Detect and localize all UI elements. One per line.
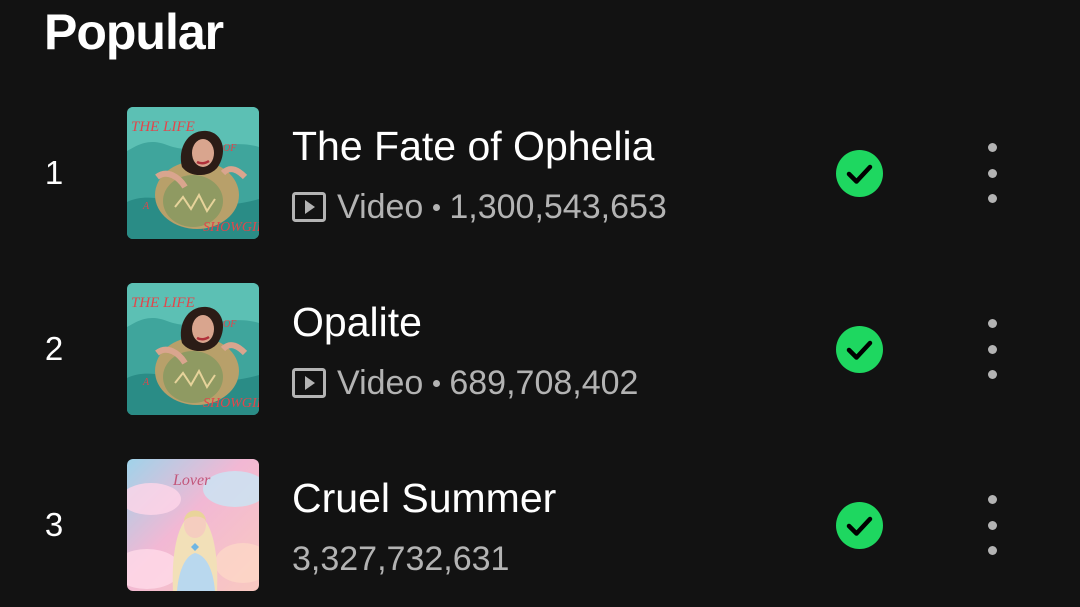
more-dot <box>987 344 997 354</box>
track-type: Video <box>337 363 424 402</box>
track-meta: 3,327,732,631 <box>292 537 509 581</box>
section-title: Popular <box>44 4 224 60</box>
separator-dot <box>433 203 441 211</box>
more-dot <box>987 495 997 504</box>
more-dot <box>987 319 997 328</box>
track-row[interactable]: 3 Cruel Summer 3,327,732,631 <box>0 459 1080 591</box>
more-dot <box>987 520 997 530</box>
check-circle-icon[interactable] <box>836 150 883 197</box>
album-art <box>127 283 259 415</box>
track-meta: Video 1,300,543,653 <box>292 185 667 229</box>
album-art <box>127 459 259 591</box>
check-circle-icon[interactable] <box>836 502 883 549</box>
video-icon <box>292 192 326 222</box>
video-icon <box>292 368 326 398</box>
track-title: The Fate of Ophelia <box>292 123 655 169</box>
check-circle-icon[interactable] <box>836 326 883 373</box>
more-dot <box>987 546 997 555</box>
album-art <box>127 107 259 239</box>
track-type: Video <box>337 187 424 226</box>
more-dot <box>987 370 997 379</box>
play-count: 3,327,732,631 <box>292 539 510 578</box>
more-options-button[interactable] <box>972 143 1012 203</box>
track-rank: 3 <box>44 506 64 543</box>
track-title: Opalite <box>292 299 422 345</box>
more-dot <box>987 143 997 152</box>
more-options-button[interactable] <box>972 495 1012 555</box>
play-count: 1,300,543,653 <box>449 187 667 226</box>
more-dot <box>987 194 997 203</box>
track-row[interactable]: 2 Opalite Video 689,708,402 <box>0 283 1080 415</box>
separator-dot <box>433 379 441 387</box>
more-options-button[interactable] <box>972 319 1012 379</box>
play-count: 689,708,402 <box>449 363 639 402</box>
track-rank: 1 <box>44 154 64 191</box>
track-meta: Video 689,708,402 <box>292 361 638 405</box>
track-title: Cruel Summer <box>292 475 557 521</box>
more-dot <box>987 168 997 178</box>
track-rank: 2 <box>44 330 64 367</box>
track-row[interactable]: 1 The Fate of Ophelia Video 1,300,543,65… <box>0 107 1080 239</box>
